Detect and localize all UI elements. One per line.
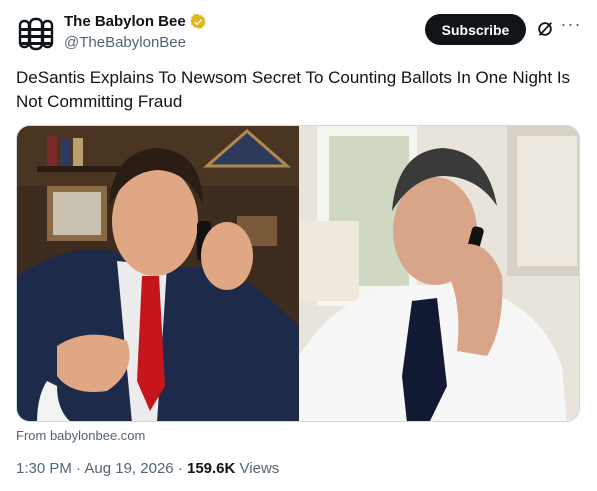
- grok-icon[interactable]: [536, 20, 554, 38]
- verified-badge-icon: [189, 13, 206, 29]
- subscribe-button[interactable]: Subscribe: [425, 14, 526, 45]
- tweet-metadata: 1:30 PM · Aug 19, 2026 · 159.6K Views: [16, 460, 279, 477]
- tweet-text: DeSantis Explains To Newsom Secret To Co…: [16, 68, 571, 111]
- views-label: Views: [239, 460, 280, 477]
- tweet-photo-composite: [17, 126, 579, 421]
- link-source[interactable]: From babylonbee.com: [16, 428, 145, 443]
- account-handle[interactable]: @TheBabylonBee: [64, 34, 186, 51]
- account-name[interactable]: The Babylon Bee: [64, 13, 186, 30]
- views-count: 159.6K: [186, 460, 236, 477]
- tweet-image[interactable]: [16, 125, 580, 422]
- bee-logo-icon: [18, 17, 54, 51]
- tweet-date[interactable]: Aug 19, 2026: [84, 460, 173, 477]
- tweet-time[interactable]: 1:30 PM: [16, 460, 72, 477]
- more-icon[interactable]: ···: [560, 15, 582, 38]
- separator-dot: ·: [177, 460, 187, 477]
- account-avatar[interactable]: [16, 14, 56, 54]
- account-name-row[interactable]: The Babylon Bee: [64, 13, 206, 30]
